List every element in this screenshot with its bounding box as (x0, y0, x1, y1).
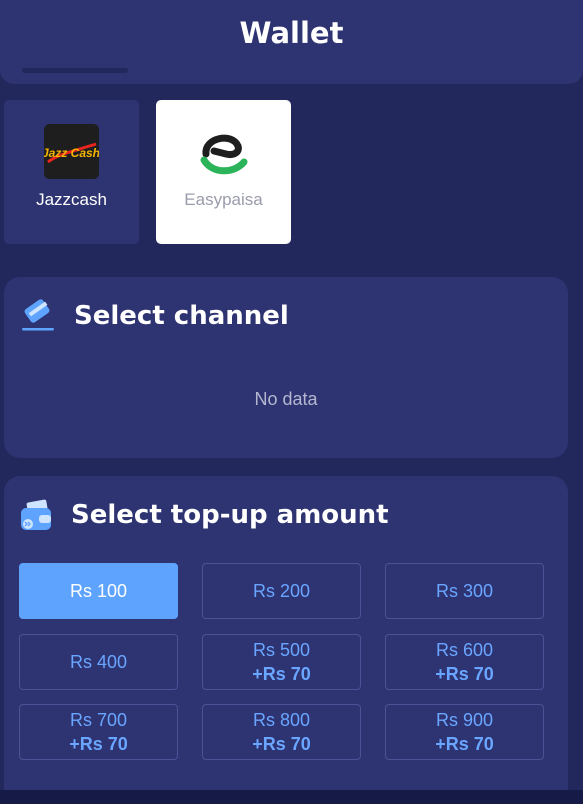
amount-option-400[interactable]: Rs 400 (19, 634, 178, 690)
amount-value: Rs 100 (69, 581, 128, 601)
amount-value: Rs 700 (69, 710, 128, 730)
amount-bonus: +Rs 70 (252, 664, 311, 684)
amount-option-100[interactable]: Rs 100 (19, 563, 178, 619)
amount-option-500[interactable]: Rs 500 +Rs 70 (202, 634, 361, 690)
amount-title: Select top-up amount (71, 500, 389, 530)
amount-value: Rs 800 (252, 710, 311, 730)
amount-value: Rs 300 (435, 581, 494, 601)
payment-method-label: Easypaisa (184, 190, 263, 209)
page-title: Wallet (239, 16, 344, 50)
card-icon (20, 299, 56, 338)
amount-value: Rs 600 (435, 640, 494, 660)
amount-option-600[interactable]: Rs 600 +Rs 70 (385, 634, 544, 690)
amount-card: Select top-up amount Rs 100 Rs 200 Rs 30… (4, 476, 568, 804)
header-divider (22, 68, 128, 73)
payment-method-jazzcash[interactable]: Jazz Cash Jazzcash (4, 100, 139, 244)
jazzcash-logo-text: Jazz Cash (44, 146, 99, 160)
payment-method-label: Jazzcash (36, 190, 107, 209)
amount-bonus: +Rs 70 (252, 734, 311, 754)
jazzcash-logo-icon: Jazz Cash (42, 124, 100, 179)
amount-value: Rs 500 (252, 640, 311, 660)
amount-option-800[interactable]: Rs 800 +Rs 70 (202, 704, 361, 760)
amount-option-700[interactable]: Rs 700 +Rs 70 (19, 704, 178, 760)
header: Wallet (0, 0, 583, 84)
amount-bonus: +Rs 70 (435, 664, 494, 684)
channel-title: Select channel (74, 301, 289, 331)
amount-bonus: +Rs 70 (69, 734, 128, 754)
amount-value: Rs 200 (252, 581, 311, 601)
amount-bonus: +Rs 70 (435, 734, 494, 754)
bottom-bar (0, 790, 583, 804)
channel-card: Select channel No data (4, 277, 568, 458)
amount-option-200[interactable]: Rs 200 (202, 563, 361, 619)
amount-option-300[interactable]: Rs 300 (385, 563, 544, 619)
empty-state-text: No data (254, 389, 318, 409)
amount-value: Rs 400 (69, 652, 128, 672)
wallet-icon (17, 498, 55, 539)
amount-option-900[interactable]: Rs 900 +Rs 70 (385, 704, 544, 760)
amount-value: Rs 900 (435, 710, 494, 730)
payment-method-easypaisa[interactable]: Easypaisa (156, 100, 291, 244)
easypaisa-logo-icon (196, 124, 251, 179)
